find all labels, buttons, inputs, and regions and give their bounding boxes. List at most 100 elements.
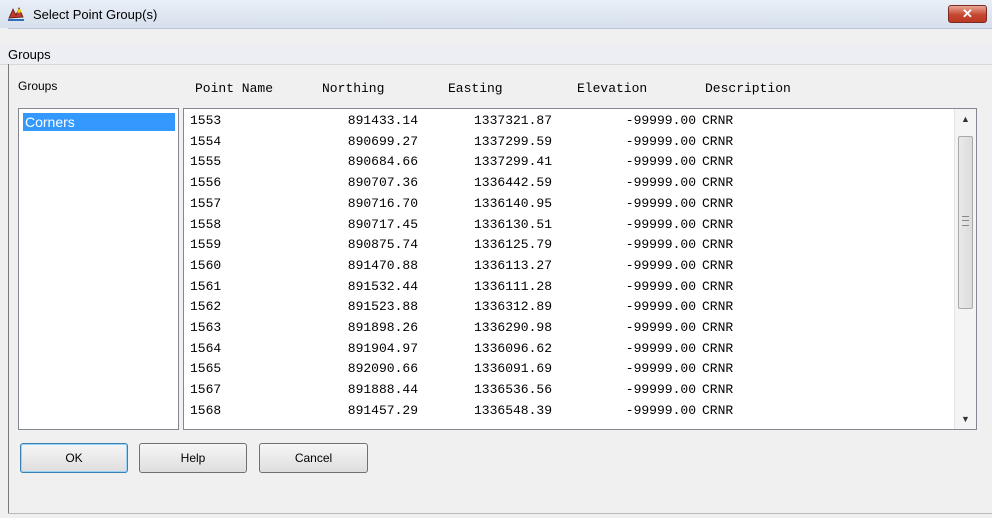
northing-cell: 890717.45 [347, 216, 418, 232]
table-row[interactable]: 1561 891532.44 1336111.28 -99999.00 CRNR [184, 279, 954, 295]
column-header-northing: Northing [322, 81, 385, 96]
easting-cell: 1337299.41 [473, 154, 552, 170]
scrollbar-grip-icon [962, 216, 969, 226]
elevation-cell: -99999.00 [625, 299, 696, 315]
northing-cell: 891523.88 [347, 299, 418, 315]
northing-cell: 890684.66 [347, 154, 418, 170]
easting-cell: 1336536.56 [473, 382, 552, 398]
table-row[interactable]: 1563 891898.26 1336290.98 -99999.00 CRNR [184, 320, 954, 336]
point-name-cell: 1554 [190, 133, 222, 149]
app-icon [8, 7, 24, 21]
point-name-cell: 1557 [190, 195, 222, 211]
table-row[interactable]: 1567 891888.44 1336536.56 -99999.00 CRNR [184, 382, 954, 398]
description-cell: CRNR [702, 113, 734, 128]
description-cell: CRNR [702, 237, 734, 253]
easting-cell: 1336130.51 [473, 216, 552, 232]
easting-cell: 1336312.89 [473, 299, 552, 315]
close-button[interactable]: ✕ [948, 5, 987, 23]
description-cell: CRNR [702, 195, 734, 211]
northing-cell: 891433.14 [347, 113, 418, 128]
table-row[interactable]: 1564 891904.97 1336096.62 -99999.00 CRNR [184, 341, 954, 357]
table-row[interactable]: 1568 891457.29 1336548.39 -99999.00 CRNR [184, 403, 954, 419]
easting-cell: 1336096.62 [473, 340, 552, 356]
elevation-cell: -99999.00 [625, 175, 696, 191]
groups-list[interactable]: Corners [18, 108, 179, 430]
menu-groups[interactable]: Groups [8, 47, 51, 62]
easting-cell: 1336091.69 [473, 361, 552, 377]
northing-cell: 891457.29 [347, 402, 418, 418]
scroll-down-arrow-icon[interactable]: ▼ [955, 409, 976, 429]
description-cell: CRNR [702, 216, 734, 232]
easting-cell: 1337321.87 [473, 113, 552, 128]
column-header-point-name: Point Name [195, 81, 274, 96]
dialog-border-left [8, 64, 9, 514]
description-cell: CRNR [702, 133, 734, 149]
table-row[interactable]: 1560 891470.88 1336113.27 -99999.00 CRNR [184, 258, 954, 274]
table-row[interactable]: 1555 890684.66 1337299.41 -99999.00 CRNR [184, 154, 954, 170]
point-name-cell: 1553 [190, 113, 222, 128]
description-cell: CRNR [702, 340, 734, 356]
table-row[interactable]: 1559 890875.74 1336125.79 -99999.00 CRNR [184, 237, 954, 253]
elevation-cell: -99999.00 [625, 402, 696, 418]
column-header-description: Description [705, 81, 791, 96]
elevation-cell: -99999.00 [625, 113, 696, 128]
point-name-cell: 1559 [190, 237, 222, 253]
point-name-cell: 1560 [190, 257, 222, 273]
point-name-cell: 1558 [190, 216, 222, 232]
column-header-elevation: Elevation [577, 81, 648, 96]
easting-cell: 1336442.59 [473, 175, 552, 191]
title-bar: Select Point Group(s) ✕ [0, 0, 992, 29]
elevation-cell: -99999.00 [625, 278, 696, 294]
elevation-cell: -99999.00 [625, 320, 696, 335]
description-cell: CRNR [702, 299, 734, 315]
point-name-cell: 1568 [190, 402, 222, 418]
menu-bar: Groups [0, 44, 992, 65]
point-name-cell: 1561 [190, 278, 222, 294]
elevation-cell: -99999.00 [625, 133, 696, 149]
ok-button[interactable]: OK [20, 443, 128, 473]
help-button[interactable]: Help [139, 443, 247, 473]
northing-cell: 891888.44 [347, 382, 418, 398]
window-title: Select Point Group(s) [33, 7, 158, 22]
point-name-cell: 1562 [190, 299, 222, 315]
description-cell: CRNR [702, 175, 734, 191]
elevation-cell: -99999.00 [625, 237, 696, 253]
cancel-button[interactable]: Cancel [259, 443, 368, 473]
table-row[interactable]: 1556 890707.36 1336442.59 -99999.00 CRNR [184, 175, 954, 191]
northing-cell: 891470.88 [347, 257, 418, 273]
column-header-easting: Easting [448, 81, 503, 96]
description-cell: CRNR [702, 320, 734, 335]
dialog-border-bottom [8, 513, 992, 514]
elevation-cell: -99999.00 [625, 340, 696, 356]
groups-list-item-corners[interactable]: Corners [23, 113, 175, 131]
northing-cell: 890699.27 [347, 133, 418, 149]
northing-cell: 891904.97 [347, 340, 418, 356]
table-row[interactable]: 1562 891523.88 1336312.89 -99999.00 CRNR [184, 299, 954, 315]
scrollbar-thumb[interactable] [958, 136, 973, 309]
table-row[interactable]: 1557 890716.70 1336140.95 -99999.00 CRNR [184, 196, 954, 212]
description-cell: CRNR [702, 402, 734, 418]
window-frame-left [0, 28, 8, 518]
northing-cell: 890875.74 [347, 237, 418, 253]
elevation-cell: -99999.00 [625, 195, 696, 211]
description-cell: CRNR [702, 257, 734, 273]
point-name-cell: 1567 [190, 382, 222, 398]
vertical-scrollbar[interactable]: ▲ ▼ [954, 109, 976, 429]
northing-cell: 892090.66 [347, 361, 418, 377]
point-name-cell: 1555 [190, 154, 222, 170]
table-row[interactable]: 1558 890717.45 1336130.51 -99999.00 CRNR [184, 217, 954, 233]
easting-cell: 1336140.95 [473, 195, 552, 211]
table-row[interactable]: 1553 891433.14 1337321.87 -99999.00 CRNR [184, 113, 954, 129]
elevation-cell: -99999.00 [625, 216, 696, 232]
scroll-up-arrow-icon[interactable]: ▲ [955, 109, 976, 129]
description-cell: CRNR [702, 361, 734, 377]
northing-cell: 890716.70 [347, 195, 418, 211]
easting-cell: 1336548.39 [473, 402, 552, 418]
table-row[interactable]: 1554 890699.27 1337299.59 -99999.00 CRNR [184, 134, 954, 150]
point-name-cell: 1556 [190, 175, 222, 191]
points-list[interactable]: 1553 891433.14 1337321.87 -99999.00 CRNR 1554… [183, 108, 977, 430]
groups-panel-label: Groups [18, 79, 58, 93]
easting-cell: 1336125.79 [473, 237, 552, 253]
table-row[interactable]: 1565 892090.66 1336091.69 -99999.00 CRNR [184, 361, 954, 377]
easting-cell: 1336111.28 [473, 278, 552, 294]
